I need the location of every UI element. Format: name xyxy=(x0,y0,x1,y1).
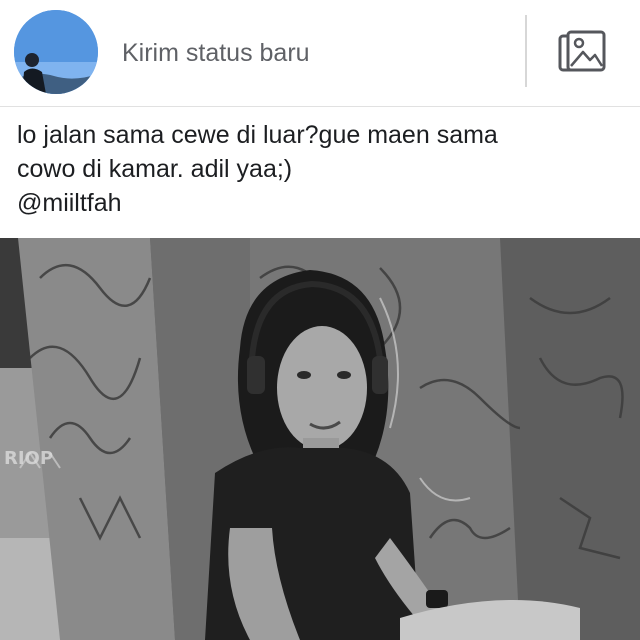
avatar-picture xyxy=(14,10,98,94)
photo-scene: RIOP xyxy=(0,238,640,640)
post-text-line: cowo di kamar. adil yaa;) xyxy=(17,155,293,183)
add-photo-button[interactable] xyxy=(556,30,608,78)
post-photo[interactable]: RIOP xyxy=(0,238,640,640)
avatar[interactable] xyxy=(14,10,98,94)
post-caption: lo jalan sama cewe di luar?gue maen sama… xyxy=(17,118,627,220)
post-mention[interactable]: @miiltfah xyxy=(17,186,627,220)
status-composer: Kirim status baru xyxy=(0,0,640,107)
post-text-line: lo jalan sama cewe di luar?gue maen sama xyxy=(17,121,498,149)
composer-divider xyxy=(525,15,527,87)
new-status-prompt[interactable]: Kirim status baru xyxy=(122,38,310,68)
photo-gallery-icon xyxy=(558,30,606,72)
wall-graffiti-text: RIOP xyxy=(4,448,53,469)
